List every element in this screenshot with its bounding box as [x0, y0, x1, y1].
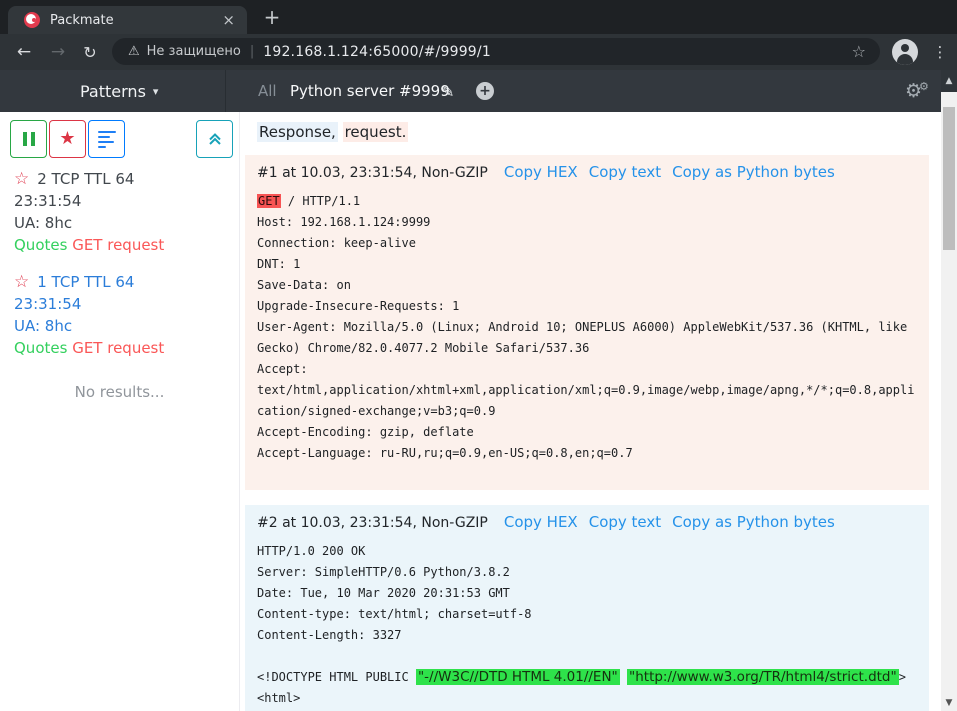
avatar-body: [897, 54, 913, 65]
capture-item-time: 23:31:54: [14, 190, 233, 212]
packet-title: #2 at 10.03, 23:31:54, Non-GZIP: [257, 515, 488, 531]
browser-toolbar: ← → ↻ ⚠ Не защищено | 192.168.1.124:6500…: [0, 34, 957, 70]
back-icon[interactable]: ←: [10, 34, 38, 70]
avatar-head: [901, 44, 909, 52]
new-tab-button[interactable]: +: [260, 5, 284, 29]
capture-item-title: 2 TCP TTL 64: [37, 168, 134, 190]
copy-link-2[interactable]: Copy as Python bytes: [672, 163, 835, 181]
align-left-icon: [98, 131, 116, 148]
app-header: Patterns ▾ All Python server #9999 ✎ + ⚙…: [0, 70, 957, 112]
capture-item-title-row: ☆ 1 TCP TTL 64: [14, 271, 233, 293]
reload-icon[interactable]: ↻: [76, 34, 104, 70]
browser-tab-active[interactable]: Packmate ×: [8, 6, 247, 34]
packet-list: ☆2 TCP TTL 6423:31:54UA: 8hcQuotes GET r…: [0, 160, 239, 359]
highlight-red: GET: [257, 194, 281, 208]
security-warning-label[interactable]: Не защищено: [147, 44, 241, 59]
copy-link-2[interactable]: Copy as Python bytes: [672, 513, 835, 531]
favorites-filter-button[interactable]: ★: [49, 120, 86, 158]
highlight-green: "-//W3C//DTD HTML 4.01//EN": [416, 669, 620, 685]
settings-gears-icon[interactable]: ⚙ ⚙: [905, 70, 929, 112]
browser-menu-icon[interactable]: ⋮: [928, 34, 952, 70]
capture-item-tags: Quotes GET request: [14, 337, 233, 359]
double-chevron-up-icon: [207, 131, 223, 147]
copy-link-0[interactable]: Copy HEX: [504, 163, 578, 181]
pattern-tag-red: GET request: [72, 339, 164, 357]
packet-card-response: #2 at 10.03, 23:31:54, Non-GZIP Copy HEX C…: [245, 505, 929, 711]
omnibox-separator: |: [250, 44, 254, 59]
packet-body: HTTP/1.0 200 OK Server: SimpleHTTP/0.6 P…: [257, 541, 921, 709]
pattern-tag-green: Quotes: [14, 236, 67, 254]
tab-python-server[interactable]: Python server #9999: [290, 70, 450, 112]
capture-item-title: 1 TCP TTL 64: [37, 271, 134, 293]
capture-item-tags: Quotes GET request: [14, 234, 233, 256]
packet-title: #1 at 10.03, 23:31:54, Non-GZIP: [257, 165, 488, 181]
packet-detail-pane: Response, request. #1 at 10.03, 23:31:54…: [240, 112, 941, 711]
header-divider: [225, 70, 226, 112]
capture-item-ua: UA: 8hc: [14, 315, 233, 337]
scrollbar-thumb[interactable]: [943, 107, 955, 250]
sidebar-toolbar: ★: [0, 112, 239, 160]
tab-close-icon[interactable]: ×: [218, 11, 239, 29]
address-bar[interactable]: ⚠ Не защищено | 192.168.1.124:65000/#/99…: [112, 38, 880, 65]
add-pattern-icon[interactable]: +: [476, 82, 494, 100]
favorite-star-icon[interactable]: ☆: [14, 171, 29, 188]
browser-tabstrip: Packmate × +: [0, 0, 957, 34]
pattern-tag-green: Quotes: [14, 339, 67, 357]
capture-item-ua: UA: 8hc: [14, 212, 233, 234]
packmate-window: Packmate × + ← → ↻ ⚠ Не защищено | 192.1…: [0, 0, 957, 711]
url-text[interactable]: 192.168.1.124:65000/#/9999/1: [263, 44, 491, 60]
tab-title: Packmate: [50, 13, 218, 28]
highlight-green: "http://www.w3.org/TR/html4/strict.dtd": [627, 669, 899, 685]
highlight-pink: request.: [343, 122, 409, 142]
star-icon: ★: [59, 130, 75, 148]
packet-card-header: #1 at 10.03, 23:31:54, Non-GZIP Copy HEX C…: [257, 163, 921, 181]
highlight-blue: Response,: [257, 122, 338, 142]
favorite-star-icon[interactable]: ☆: [14, 274, 29, 291]
packet-body: GET / HTTP/1.1 Host: 192.168.1.124:9999 …: [257, 191, 921, 464]
scroll-down-icon[interactable]: ▼: [941, 698, 957, 708]
pattern-tag-red: GET request: [72, 236, 164, 254]
scrollbar[interactable]: ▲ ▼: [941, 70, 957, 711]
capture-item-title-row: ☆ 2 TCP TTL 64: [14, 168, 233, 190]
edit-pattern-icon[interactable]: ✎: [441, 70, 454, 112]
pause-icon: [23, 132, 35, 146]
copy-link-0[interactable]: Copy HEX: [504, 513, 578, 531]
pattern-match-summary: Response, request.: [257, 123, 941, 144]
chevron-down-icon: ▾: [153, 85, 159, 98]
bookmark-star-icon[interactable]: ☆: [852, 42, 866, 61]
forward-icon[interactable]: →: [44, 34, 72, 70]
pause-button[interactable]: [10, 120, 47, 158]
packmate-favicon-icon: [24, 12, 40, 28]
not-secure-warning-icon[interactable]: ⚠: [128, 44, 140, 59]
collapse-button[interactable]: [196, 120, 233, 158]
capture-item-time: 23:31:54: [14, 293, 233, 315]
copy-link-1[interactable]: Copy text: [589, 513, 661, 531]
profile-avatar[interactable]: [892, 39, 918, 65]
scroll-up-icon[interactable]: ▲: [941, 70, 957, 92]
capture-list-item[interactable]: ☆1 TCP TTL 6423:31:54UA: 8hcQuotes GET r…: [14, 271, 233, 359]
text-filter-button[interactable]: [88, 120, 125, 158]
tab-all[interactable]: All: [258, 70, 277, 112]
patterns-dropdown[interactable]: Patterns ▾: [80, 70, 158, 112]
packet-cards: #1 at 10.03, 23:31:54, Non-GZIP Copy HEX C…: [240, 155, 941, 711]
copy-link-1[interactable]: Copy text: [589, 163, 661, 181]
packet-card-request: #1 at 10.03, 23:31:54, Non-GZIP Copy HEX C…: [245, 155, 929, 490]
no-results-label: No results...: [0, 383, 239, 401]
capture-sidebar: ★ ☆2 TCP TTL 6423:31:54UA: 8hcQuotes GET…: [0, 112, 240, 711]
patterns-label: Patterns: [80, 82, 146, 101]
packet-card-header: #2 at 10.03, 23:31:54, Non-GZIP Copy HEX C…: [257, 513, 921, 531]
capture-list-item[interactable]: ☆2 TCP TTL 6423:31:54UA: 8hcQuotes GET r…: [14, 168, 233, 256]
